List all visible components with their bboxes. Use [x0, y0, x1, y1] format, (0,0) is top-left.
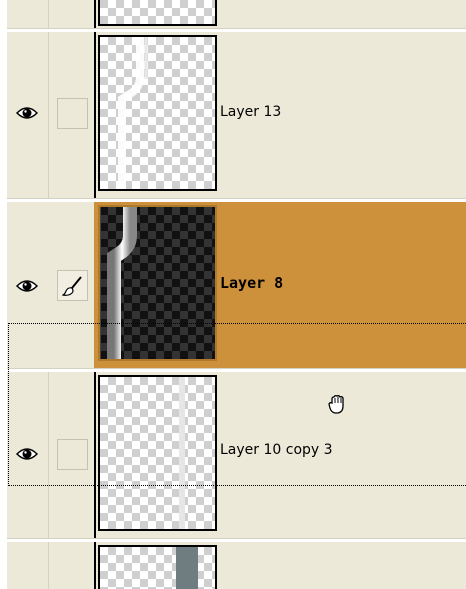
- grab-hand-cursor-icon: [328, 395, 344, 414]
- layer-thumbnail: [98, 0, 217, 26]
- layer-name[interactable]: Layer 8: [220, 274, 283, 292]
- layer-row-partial-top[interactable]: [7, 0, 466, 28]
- layer-name[interactable]: Layer 10 copy 3: [220, 442, 333, 458]
- brush-icon: [61, 275, 82, 296]
- layers-panel: Layer 13 Layer 8 Layer 10 copy 3: [7, 0, 466, 589]
- layer-10-thumbnail-art: [179, 377, 185, 529]
- layer-8-thumbnail-art: [100, 207, 137, 359]
- layer-name[interactable]: Layer 13: [220, 104, 281, 120]
- thumbnail-gray-bar: [176, 547, 198, 589]
- layer-row-layer-10-copy-3[interactable]: Layer 10 copy 3: [7, 372, 466, 538]
- visibility-toggle[interactable]: [13, 440, 41, 468]
- eye-icon: [16, 448, 38, 460]
- layer-13-thumbnail-art: [118, 37, 148, 189]
- layer-thumbnail: [98, 205, 217, 361]
- layer-thumbnail: [98, 375, 217, 531]
- layer-thumbnail: [98, 35, 217, 191]
- eye-icon: [16, 107, 38, 119]
- visibility-toggle[interactable]: [13, 272, 41, 300]
- layer-link-box[interactable]: [57, 270, 88, 301]
- layer-thumbnail: [98, 545, 217, 589]
- layer-row-partial-bottom[interactable]: [7, 542, 466, 589]
- grab-hand-cursor: [327, 394, 347, 420]
- layer-link-box[interactable]: [57, 98, 88, 129]
- layer-row-layer-13[interactable]: Layer 13: [7, 32, 466, 198]
- eye-icon: [16, 280, 38, 292]
- visibility-toggle[interactable]: [13, 99, 41, 127]
- layer-row-layer-8[interactable]: Layer 8: [7, 202, 466, 368]
- layer-link-box[interactable]: [57, 439, 88, 470]
